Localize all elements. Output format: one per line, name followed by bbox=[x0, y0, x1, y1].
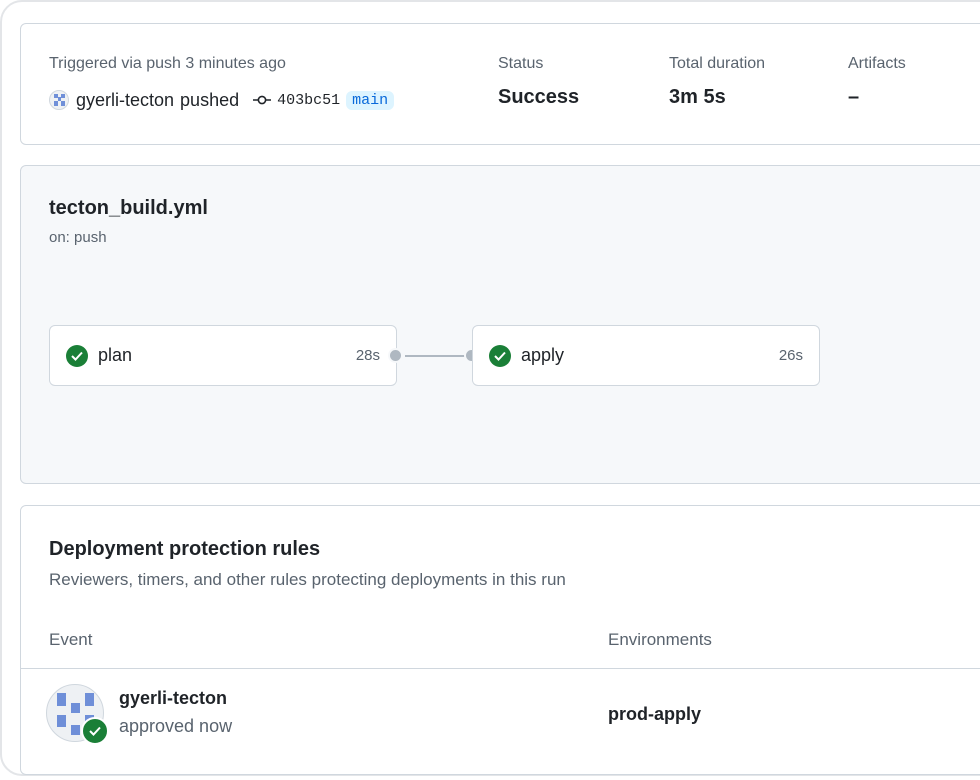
job-duration: 26s bbox=[778, 347, 803, 364]
actor-avatar-icon[interactable] bbox=[49, 90, 69, 110]
workflow-file-name[interactable]: tecton_build.yml bbox=[49, 197, 208, 220]
approval-state: approved now bbox=[119, 716, 233, 736]
environment-name[interactable]: prod-apply bbox=[608, 704, 701, 725]
approved-check-icon bbox=[81, 717, 109, 745]
status-label: Status bbox=[498, 55, 544, 72]
job-duration: 28s bbox=[355, 347, 380, 364]
run-summary-card: Triggered via push 3 minutes ago gyerli-… bbox=[20, 23, 980, 145]
artifacts-label: Artifacts bbox=[848, 55, 906, 72]
job-name: apply bbox=[521, 345, 565, 365]
connector-dot bbox=[388, 348, 403, 363]
status-value: Success bbox=[498, 86, 580, 108]
reviewer-name[interactable]: gyerli-tecton bbox=[119, 688, 227, 709]
rules-title: Deployment protection rules bbox=[49, 538, 321, 560]
check-circle-icon bbox=[489, 344, 511, 367]
commit-icon bbox=[253, 94, 272, 106]
job-apply[interactable]: apply 26s bbox=[472, 325, 820, 386]
column-header-environments: Environments bbox=[608, 630, 712, 649]
trigger-text: Triggered via push 3 minutes ago bbox=[49, 55, 286, 72]
actor-action: pushed bbox=[180, 89, 240, 110]
job-connector bbox=[405, 355, 473, 357]
actor-name[interactable]: gyerli-tecton bbox=[76, 90, 174, 111]
column-header-event: Event bbox=[49, 630, 93, 649]
check-circle-icon bbox=[66, 344, 88, 367]
artifacts-value: – bbox=[848, 86, 860, 108]
branch-badge[interactable]: main bbox=[346, 90, 395, 110]
commit-sha-link[interactable]: 403bc51 bbox=[277, 92, 340, 109]
job-plan[interactable]: plan 28s bbox=[49, 325, 397, 386]
job-name: plan bbox=[98, 345, 133, 365]
duration-label: Total duration bbox=[669, 55, 766, 72]
actor-row: gyerli-tecton pushed 403bc51 main bbox=[49, 88, 395, 112]
workflow-trigger: on: push bbox=[49, 229, 107, 246]
deployment-rules-card: Deployment protection rules Reviewers, t… bbox=[20, 505, 980, 775]
rules-description: Reviewers, timers, and other rules prote… bbox=[49, 570, 566, 589]
duration-value: 3m 5s bbox=[669, 86, 726, 108]
table-divider bbox=[21, 668, 980, 669]
workflow-graph-card: tecton_build.yml on: push plan 28s apply… bbox=[20, 165, 980, 484]
